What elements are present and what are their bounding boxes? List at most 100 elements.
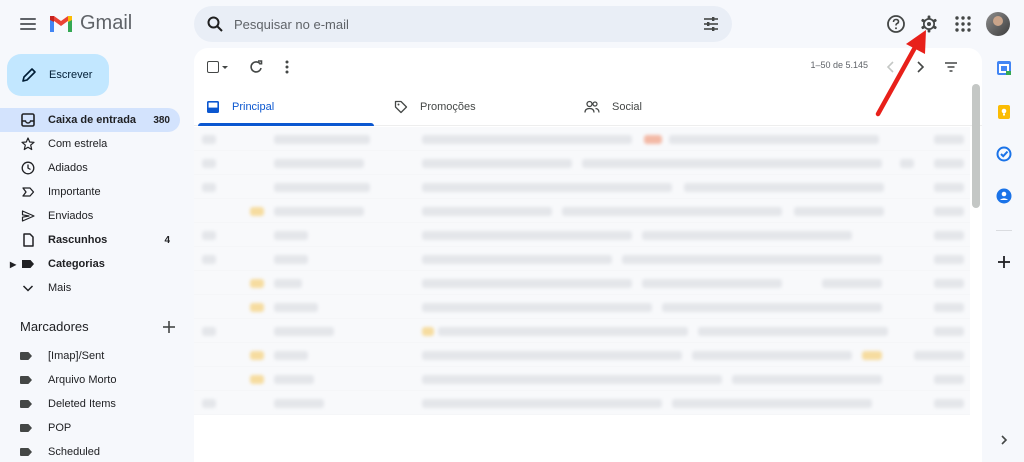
label-item-imap-sent[interactable]: [Imap]/Sent (0, 344, 180, 368)
important-icon (20, 184, 36, 200)
contacts-icon[interactable] (996, 188, 1012, 204)
select-dropdown-icon[interactable] (220, 58, 230, 76)
expand-panel-chevron-icon[interactable] (996, 432, 1012, 448)
category-tabs: Principal Promoções Social (194, 88, 982, 126)
apps-grid-icon[interactable] (951, 12, 975, 36)
sidebar-item-label: Caixa de entrada (48, 114, 137, 126)
chevron-down-icon (20, 280, 36, 296)
expand-arrow-icon[interactable]: ▶ (10, 260, 16, 269)
tab-label: Principal (232, 101, 275, 113)
calendar-icon[interactable] (996, 60, 1012, 76)
label-name: POP (48, 422, 72, 434)
sidebar-item-sent[interactable]: Enviados (0, 204, 180, 228)
email-row[interactable] (194, 343, 970, 367)
label-name: [Imap]/Sent (48, 350, 105, 362)
send-icon (20, 208, 36, 224)
sidebar-item-label: Enviados (48, 210, 94, 222)
refresh-icon[interactable] (247, 58, 265, 76)
email-row[interactable] (194, 319, 970, 343)
email-row[interactable] (194, 199, 970, 223)
list-toolbar: 1–50 de 5.145 (194, 48, 982, 86)
clock-icon (20, 160, 36, 176)
sidebar-item-starred[interactable]: Com estrela (0, 132, 180, 156)
label-name: Arquivo Morto (48, 374, 117, 386)
label-item-scheduled[interactable]: Scheduled (0, 440, 180, 462)
draft-icon (20, 232, 36, 248)
sidebar-nav: Caixa de entrada 380 Com estrela Adiados… (0, 108, 180, 300)
compose-button[interactable]: Escrever (7, 54, 109, 96)
main-menu-button[interactable] (16, 12, 40, 36)
draft-count: 4 (164, 234, 170, 246)
email-row[interactable] (194, 391, 970, 415)
label-item-pop[interactable]: POP (0, 416, 180, 440)
email-row[interactable] (194, 151, 970, 175)
sidebar-item-label: Rascunhos (48, 234, 108, 246)
active-tab-indicator (198, 123, 374, 126)
sidebar-item-important[interactable]: Importante (0, 180, 180, 204)
keep-icon[interactable] (996, 104, 1012, 120)
label-item-deleted-items[interactable]: Deleted Items (0, 392, 180, 416)
tab-label: Social (612, 101, 642, 113)
search-input[interactable] (234, 14, 674, 34)
gmail-logo[interactable]: Gmail (48, 12, 132, 35)
side-panel-divider (996, 230, 1012, 231)
tab-principal[interactable]: Principal (194, 88, 374, 126)
email-row[interactable] (194, 247, 970, 271)
tab-label: Promoções (420, 101, 476, 113)
inbox-icon (20, 112, 36, 128)
search-bar[interactable] (194, 6, 732, 42)
search-options-icon[interactable] (702, 15, 720, 33)
email-row[interactable] (194, 271, 970, 295)
tab-promocoes[interactable]: Promoções (382, 88, 562, 126)
add-addon-plus-icon[interactable] (996, 254, 1012, 270)
labels-list: [Imap]/Sent Arquivo Morto Deleted Items … (0, 344, 180, 462)
account-avatar[interactable] (986, 12, 1010, 36)
compose-label: Escrever (49, 69, 93, 81)
label-name: Scheduled (48, 446, 100, 458)
pagination-range: 1–50 de 5.145 (810, 60, 868, 70)
sidebar-item-more[interactable]: Mais (0, 276, 180, 300)
side-panel (984, 48, 1024, 462)
tab-social[interactable]: Social (572, 88, 752, 126)
star-icon (20, 136, 36, 152)
sidebar-item-label: Categorias (48, 258, 105, 270)
mail-list-panel: 1–50 de 5.145 Principal Promoções Social (194, 48, 982, 462)
filter-icon[interactable] (942, 58, 960, 76)
list-scrollbar[interactable] (972, 84, 980, 208)
sidebar-item-label: Importante (48, 186, 101, 198)
sidebar-item-drafts[interactable]: Rascunhos 4 (0, 228, 180, 252)
email-row[interactable] (194, 295, 970, 319)
menu-line (20, 28, 36, 30)
menu-line (20, 23, 36, 25)
gmail-m-icon (50, 15, 72, 32)
sidebar-item-snoozed[interactable]: Adiados (0, 156, 180, 180)
checkbox-box (207, 61, 219, 73)
add-label-plus-icon[interactable] (162, 320, 176, 334)
tasks-icon[interactable] (996, 146, 1012, 162)
labels-title: Marcadores (20, 319, 89, 334)
email-row[interactable] (194, 175, 970, 199)
pencil-icon (22, 68, 36, 82)
label-item-arquivo-morto[interactable]: Arquivo Morto (0, 368, 180, 392)
unread-count: 380 (153, 114, 170, 126)
labels-header: Marcadores (20, 319, 176, 334)
label-icon (20, 256, 36, 272)
sidebar-item-categories[interactable]: ▶ Categorias (0, 252, 180, 276)
email-row[interactable] (194, 367, 970, 391)
label-tag-icon (20, 448, 32, 456)
label-tag-icon (20, 376, 32, 384)
sidebar-item-label: Mais (48, 282, 72, 294)
email-row[interactable] (194, 223, 970, 247)
label-name: Deleted Items (48, 398, 116, 410)
inbox-icon (207, 101, 219, 113)
menu-line (20, 18, 36, 20)
email-list (194, 127, 970, 415)
annotation-arrow (875, 30, 926, 117)
app-name: Gmail (80, 12, 133, 34)
more-vertical-icon[interactable] (278, 58, 296, 76)
search-icon[interactable] (206, 15, 224, 33)
email-row[interactable] (194, 127, 970, 151)
sidebar-item-label: Adiados (48, 162, 88, 174)
sidebar-item-inbox[interactable]: Caixa de entrada 380 (0, 108, 180, 132)
label-tag-icon (20, 352, 32, 360)
